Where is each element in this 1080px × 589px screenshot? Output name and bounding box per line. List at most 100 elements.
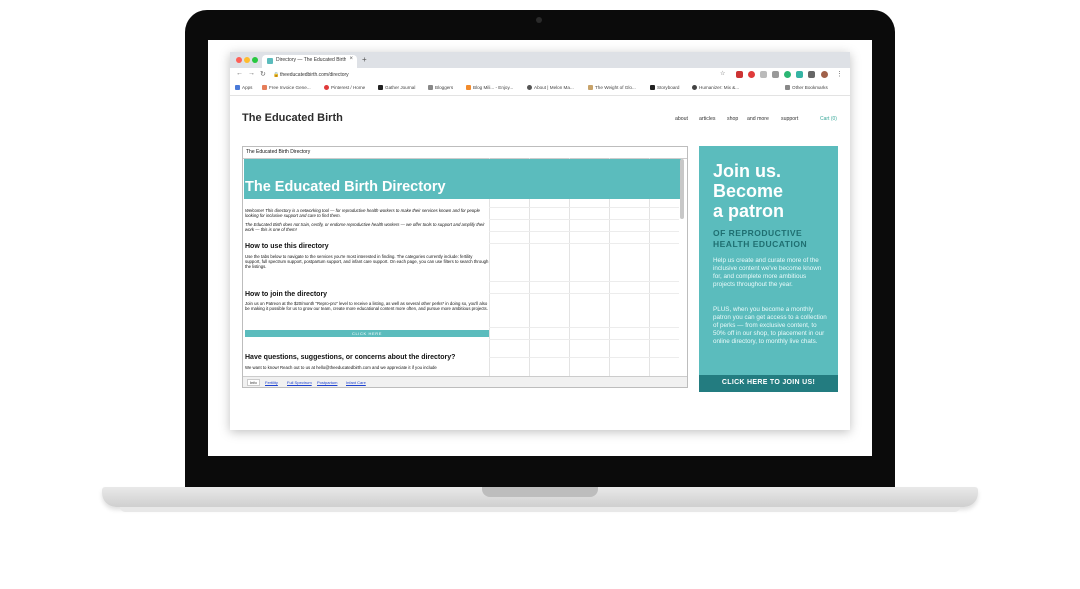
patron-subheading-line-2: HEALTH EDUCATION: [713, 239, 808, 249]
bookmark-item[interactable]: Storyboard: [650, 85, 679, 90]
nav-support[interactable]: support: [781, 116, 798, 122]
bookmark-item[interactable]: Free Invoice Gene...: [262, 85, 311, 90]
grid-line: [489, 219, 679, 220]
close-window-icon[interactable]: [236, 57, 242, 63]
laptop-notch: [482, 487, 598, 497]
nav-articles[interactable]: articles: [699, 116, 715, 122]
bookmark-icon: [262, 85, 267, 90]
maximize-window-icon[interactable]: [252, 57, 258, 63]
bookmarks-bar: Apps Free Invoice Gene... Pinterest / Ho…: [230, 82, 850, 96]
join-us-label: CLICK HERE TO JOIN US!: [721, 379, 816, 386]
tab-close-icon[interactable]: ×: [349, 56, 353, 62]
apps-icon: [235, 85, 240, 90]
sheet-tab-bar: Info Fertility Full Spectrum Postpartum …: [243, 376, 687, 387]
patron-body-2: PLUS, when you become a monthly patron y…: [713, 306, 827, 345]
bookmark-item[interactable]: Humanizer: Mix &...: [692, 85, 739, 90]
pinterest-extension-icon[interactable]: [748, 71, 755, 78]
grid-line: [489, 207, 679, 208]
how-to-use-heading: How to use this directory: [245, 243, 329, 250]
patron-promo: Join us. Become a patron OF REPRODUCTIVE…: [699, 146, 838, 392]
nav-and-more[interactable]: and more: [747, 116, 769, 122]
pinterest-icon: [324, 85, 329, 90]
nav-about[interactable]: about: [675, 116, 688, 122]
extension-icon[interactable]: [760, 71, 767, 78]
directory-spreadsheet[interactable]: The Educated Birth Directory The Educate…: [242, 146, 688, 388]
browser-window: Directory — The Educated Birth × + ← → ↻…: [230, 52, 850, 430]
camera-icon: [536, 17, 542, 23]
grid-line: [489, 231, 679, 232]
sheet-tab-postpartum[interactable]: Postpartum: [317, 380, 337, 385]
questions-text: We want to know! Reach out to us at hell…: [245, 365, 437, 370]
bookmark-item[interactable]: Apps: [235, 85, 252, 90]
cart-link[interactable]: Cart (0): [820, 116, 837, 122]
menu-icon[interactable]: ⋮: [836, 70, 843, 78]
bookmark-item[interactable]: Gather Journal: [378, 85, 415, 90]
sheet-header-text: The Educated Birth Directory: [246, 149, 311, 155]
bookmark-item[interactable]: Pinterest / Home: [324, 85, 365, 90]
click-here-button[interactable]: CLICK HERE: [245, 330, 489, 337]
patron-heading-line-1: Join us.: [713, 161, 782, 181]
browser-tab[interactable]: Directory — The Educated Birth ×: [262, 55, 357, 68]
star-icon[interactable]: ☆: [720, 70, 725, 77]
join-us-button[interactable]: CLICK HERE TO JOIN US!: [699, 375, 838, 392]
grid-line: [489, 243, 679, 244]
grid-line: [489, 293, 679, 294]
bookmark-item[interactable]: The Weight of Glo...: [588, 85, 636, 90]
click-here-label: CLICK HERE: [351, 331, 382, 336]
bookmark-icon: [466, 85, 471, 90]
bookmark-item[interactable]: Blog Mili... - Enjoy...: [466, 85, 513, 90]
extension-icon[interactable]: [784, 71, 791, 78]
grid-line: [489, 339, 679, 340]
folder-icon: [428, 85, 433, 90]
bookmark-icon: [588, 85, 593, 90]
welcome-text: Welcome! This directory is a networking …: [245, 208, 480, 218]
welcome-text-2: The Educated Birth does not train, certi…: [245, 222, 485, 232]
reload-icon[interactable]: ↻: [260, 70, 266, 78]
laptop-screen: Directory — The Educated Birth × + ← → ↻…: [208, 40, 872, 456]
patron-heading-line-2: Become: [713, 181, 784, 201]
bookmark-icon: [378, 85, 383, 90]
patron-body-1: Help us create and curate more of the in…: [713, 257, 822, 288]
bookmark-icon: [692, 85, 697, 90]
bookmark-icon: [650, 85, 655, 90]
bookmark-item[interactable]: Other Bookmarks: [785, 85, 828, 90]
tab-bar: Directory — The Educated Birth × +: [230, 52, 850, 68]
sheet-tab-info[interactable]: Info: [247, 379, 260, 386]
grid-line: [489, 357, 679, 358]
how-to-join-heading: How to join the directory: [245, 291, 328, 298]
new-tab-icon[interactable]: +: [362, 55, 367, 64]
bookmark-item[interactable]: Bloggers: [428, 85, 453, 90]
site-title[interactable]: The Educated Birth: [242, 112, 343, 124]
back-icon[interactable]: ←: [236, 70, 243, 77]
browser-toolbar: ← → ↻ 🔒 theeducatedbirth.com/directory ☆…: [230, 68, 850, 82]
extension-icon[interactable]: [772, 71, 779, 78]
extension-icon[interactable]: [736, 71, 743, 78]
bookmark-item[interactable]: About | Melon Ma...: [527, 85, 574, 90]
patron-subheading-line-1: OF REPRODUCTIVE: [713, 228, 803, 238]
address-bar[interactable]: theeducatedbirth.com/directory: [280, 72, 349, 78]
nav-shop[interactable]: shop: [727, 116, 738, 122]
puzzle-icon[interactable]: [808, 71, 815, 78]
sheet-scrollbar[interactable]: [680, 159, 684, 219]
sheet-tab-fertility[interactable]: Fertility: [265, 380, 278, 385]
grid-line: [489, 327, 679, 328]
how-to-join-text: Join us on Patreon at the $20/month "Rep…: [245, 301, 488, 311]
minimize-window-icon[interactable]: [244, 57, 250, 63]
sheet-header: The Educated Birth Directory: [243, 147, 687, 159]
lock-icon: 🔒: [273, 72, 280, 78]
forward-icon[interactable]: →: [248, 70, 255, 77]
laptop-base-foot: [120, 507, 960, 512]
sheet-tab-infant-care[interactable]: Infant Care: [346, 380, 366, 385]
extension-icon[interactable]: [796, 71, 803, 78]
site-favicon-icon: [267, 58, 273, 64]
tab-title: Directory — The Educated Birth: [276, 57, 346, 63]
patron-heading-line-3: a patron: [713, 201, 785, 221]
folder-icon: [785, 85, 790, 90]
grid-line: [489, 281, 679, 282]
how-to-use-text: Use the tabs below to navigate to the se…: [245, 254, 489, 269]
questions-heading: Have questions, suggestions, or concerns…: [245, 354, 456, 361]
sheet-tab-full-spectrum[interactable]: Full Spectrum: [287, 380, 312, 385]
sheet-title: The Educated Birth Directory: [245, 179, 446, 195]
avatar[interactable]: [821, 71, 828, 78]
bookmark-icon: [527, 85, 532, 90]
